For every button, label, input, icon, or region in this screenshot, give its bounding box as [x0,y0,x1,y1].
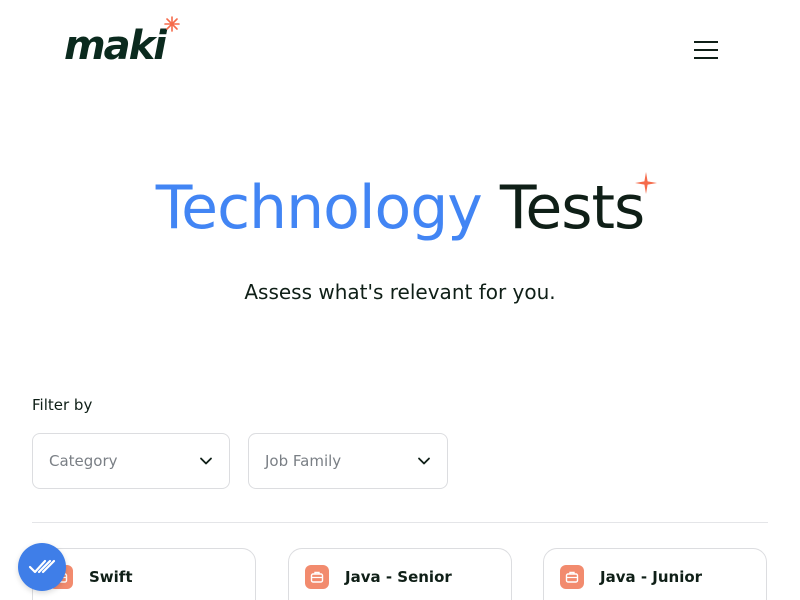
spark-icon [164,16,180,32]
page-subtitle: Assess what's relevant for you. [244,280,556,304]
test-card-swift[interactable]: Swift [32,548,256,600]
card-title: Java - Senior [345,568,452,586]
maki-logo[interactable]: maki [64,16,180,69]
checkmarks-fab-button[interactable] [18,543,66,591]
sparkle-icon [635,172,658,194]
card-title: Swift [89,568,133,586]
category-select[interactable]: Category [32,433,230,489]
chevron-down-icon [418,457,430,465]
checkmarks-icon [28,559,56,574]
title-rest: Tests [499,172,658,243]
test-card-java-junior[interactable]: Java - Junior [543,548,767,600]
page: maki Technology Tests Assess what's rele… [0,0,800,600]
hamburger-menu-icon[interactable] [690,36,722,64]
divider [32,522,768,523]
job-family-select[interactable]: Job Family [248,433,448,489]
briefcase-icon [560,565,584,589]
page-title: Technology Tests [0,168,800,248]
card-title: Java - Junior [600,568,703,586]
job-family-select-value: Job Family [265,452,342,470]
briefcase-icon [305,565,329,589]
filter-label: Filter by [32,396,93,414]
title-rest-text: Tests [499,173,645,243]
test-card-java-senior[interactable]: Java - Senior [288,548,512,600]
title-highlight: Technology [155,173,483,243]
chevron-down-icon [200,457,212,465]
category-select-value: Category [49,452,118,470]
logo-text: maki [64,23,167,69]
